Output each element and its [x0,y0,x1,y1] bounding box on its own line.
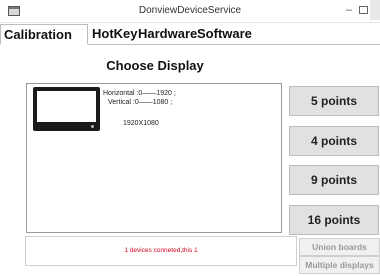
close-button[interactable] [370,0,380,20]
maximize-icon [358,6,368,14]
multiple-displays-button[interactable]: Multiple displays [299,256,380,274]
sixteen-points-button[interactable]: 16 points [289,205,379,235]
maximize-button[interactable] [356,3,370,17]
four-points-button[interactable]: 4 points [289,126,379,156]
monitor-screen [37,91,96,122]
title-bar: DonviewDeviceService – [0,0,380,23]
union-boards-button[interactable]: Union boards [299,238,380,256]
horizontal-range: Horizontal :0——1920 ; [103,90,176,97]
display-selector[interactable]: Horizontal :0——1920 ; Vertical :0——1080 … [26,83,282,233]
tab-hotkey[interactable]: HotKey [89,24,138,43]
tab-hardware[interactable]: Hardware [135,24,197,43]
monitor-icon [33,87,100,131]
window-title: DonviewDeviceService [138,5,242,16]
choose-display-heading: Choose Display [106,58,204,73]
power-led [91,125,94,128]
calibration-panel: Choose Display Horizontal :0——1920 ; Ver… [0,45,380,276]
tab-software[interactable]: Software [194,24,252,43]
tab-calibration[interactable]: Calibration [0,24,88,45]
tab-bar: Calibration HotKey Hardware Software [0,24,380,45]
status-box: 1 devices conneted,this 1 [25,236,297,266]
vertical-range: Vertical :0——1080 ; [108,99,173,106]
device-status-text: 1 devices conneted,this 1 [124,247,198,254]
display-resolution: 1920X1080 [123,120,159,127]
minimize-button[interactable]: – [342,3,356,17]
five-points-button[interactable]: 5 points [289,86,379,116]
nine-points-button[interactable]: 9 points [289,165,379,195]
